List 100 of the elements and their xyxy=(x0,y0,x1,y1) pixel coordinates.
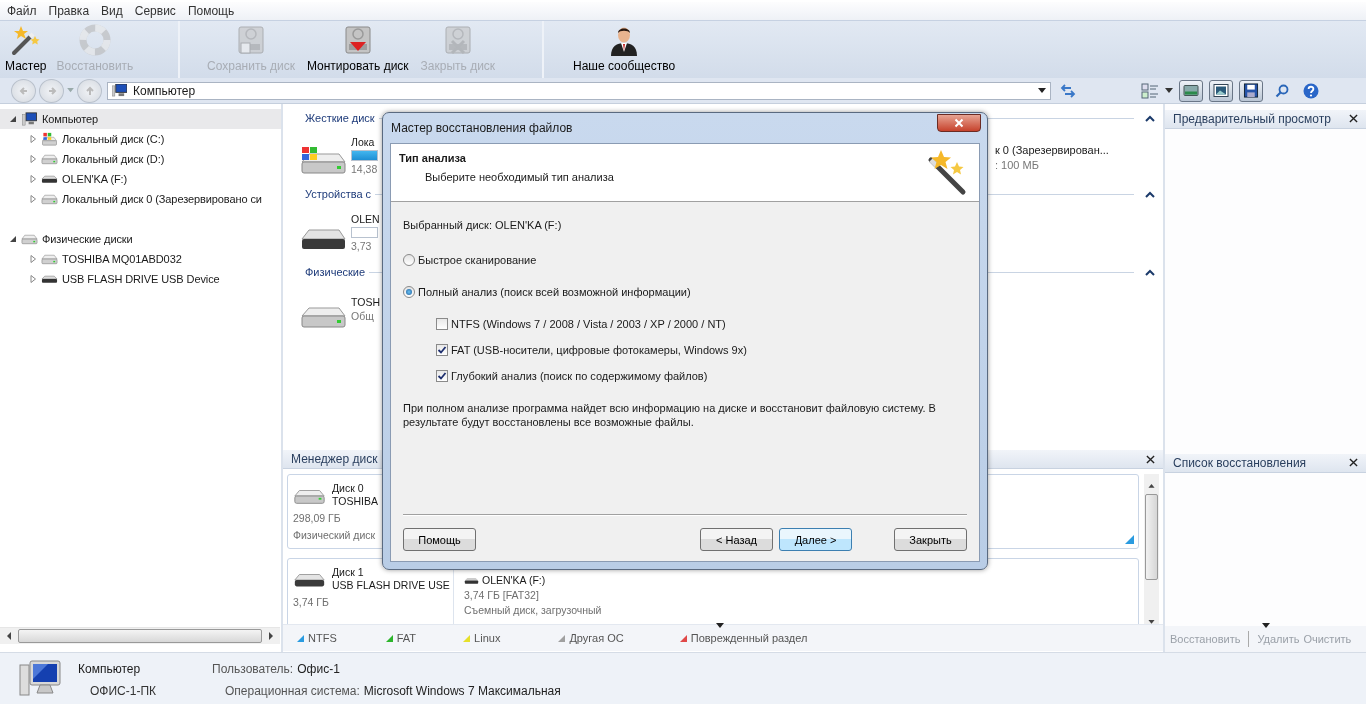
computer-icon xyxy=(18,659,64,699)
radio-option[interactable]: Полный анализ (поиск всей возможной информации) xyxy=(403,286,967,298)
dialog-button[interactable]: Помощь xyxy=(403,528,476,551)
menu-item[interactable]: Помощь xyxy=(181,4,241,18)
scroll-thumb[interactable] xyxy=(18,629,262,643)
panel-title: Предварительный просмотр xyxy=(1173,111,1331,126)
checkbox[interactable] xyxy=(436,370,448,382)
tree-item[interactable]: TOSHIBA MQ01ABD032 xyxy=(0,249,281,269)
drive-size: Общ xyxy=(351,310,375,322)
windows-drive-icon xyxy=(299,144,347,176)
checkbox-option[interactable]: NTFS (Windows 7 / 2008 / Vista / 2003 / XP / 2000 / NT) xyxy=(436,318,967,330)
checkbox[interactable] xyxy=(436,318,448,330)
dialog-title: Мастер восстановления файлов xyxy=(391,121,573,135)
legend-label: Поврежденный раздел xyxy=(690,632,808,644)
legend-label: FAT xyxy=(396,632,417,644)
section-heading: Жесткие диск xyxy=(305,112,375,124)
dialog-button[interactable]: Далее > xyxy=(779,528,852,551)
tree-label: USB FLASH DRIVE USB Device xyxy=(62,273,220,285)
tree-item[interactable]: Локальный диск (D:) xyxy=(0,149,281,169)
radio-button[interactable] xyxy=(403,286,415,298)
caret-icon[interactable] xyxy=(1165,88,1173,93)
picture-view-button[interactable] xyxy=(1209,79,1233,102)
info-value: Офис-1 xyxy=(297,662,340,676)
tree-item[interactable]: USB FLASH DRIVE USB Device xyxy=(0,269,281,289)
help-icon[interactable] xyxy=(1303,82,1319,99)
tree-item[interactable]: Физические диски xyxy=(0,229,281,249)
scroll-left-icon[interactable] xyxy=(6,632,12,640)
arrow-left-icon xyxy=(17,84,30,97)
save-button[interactable] xyxy=(1239,79,1263,102)
disk-name: Диск 0 xyxy=(332,482,365,494)
disk-name: Диск 1 xyxy=(332,566,365,578)
collapse-icon[interactable] xyxy=(1145,190,1155,198)
partition-size: 3,74 ГБ [FAT32] xyxy=(464,589,540,601)
collapse-icon[interactable] xyxy=(1145,268,1155,276)
partition-name: OLEN'KA (F:) xyxy=(482,574,546,586)
tree-label: OLEN'KA (F:) xyxy=(62,173,128,185)
drive-icon xyxy=(41,252,58,266)
close-icon[interactable] xyxy=(1349,114,1358,124)
selected-disk-label: Выбранный диск: OLEN'KA (F:) xyxy=(403,219,563,231)
drive-icon xyxy=(1183,83,1199,98)
tree-item[interactable]: OLEN'KA (F:) xyxy=(0,169,281,189)
dropdown-caret-icon[interactable] xyxy=(1038,88,1046,93)
dialog-button[interactable]: < Назад xyxy=(700,528,773,551)
search-icon[interactable] xyxy=(1275,83,1289,98)
info-label: Операционная система: xyxy=(225,684,360,698)
tree-label: Локальный диск (C:) xyxy=(62,133,165,145)
section-heading: Устройства с xyxy=(305,188,372,200)
dialog-button[interactable]: Закрыть xyxy=(894,528,967,551)
drive-name: TOSH xyxy=(351,296,380,308)
drive-name: OLEN xyxy=(351,212,380,225)
close-button[interactable] xyxy=(937,114,981,132)
panel-title: Список восстановления xyxy=(1173,455,1307,470)
corner-marker-icon xyxy=(1125,535,1134,544)
radio-button[interactable] xyxy=(403,254,415,266)
close-icon[interactable] xyxy=(1349,458,1358,468)
view-list-icon[interactable] xyxy=(1141,82,1159,99)
info-value: Microsoft Windows 7 Максимальная xyxy=(363,684,561,698)
computer-icon xyxy=(21,112,38,126)
step-title: Тип анализа xyxy=(399,152,467,164)
close-icon[interactable] xyxy=(1146,454,1155,464)
panel-title: Менеджер диск xyxy=(291,452,378,466)
scroll-up-icon[interactable] xyxy=(1148,484,1155,488)
windows-drive-icon xyxy=(41,132,58,146)
tree-label: Компьютер xyxy=(42,113,99,125)
disk-view-button[interactable] xyxy=(1179,79,1203,102)
tree-label: Локальный диск 0 (Зарезервировано си xyxy=(62,193,262,205)
toolbar-button[interactable]: Наше сообщество xyxy=(570,21,679,78)
toolbar-button[interactable]: Монтировать диск xyxy=(303,21,412,78)
menu-item[interactable]: Файл xyxy=(1,4,43,18)
collapse-icon[interactable] xyxy=(1145,114,1155,122)
usb-drive-icon xyxy=(464,575,479,585)
drive-size: 14,38 xyxy=(351,162,378,175)
tree-item[interactable]: Локальный диск (C:) xyxy=(0,129,281,149)
scroll-thumb[interactable] xyxy=(1145,493,1158,581)
menu-item[interactable]: Сервис xyxy=(128,4,182,18)
description-text: При полном анализе программа найдет всю информацию на диске и восстановит файловую систему. В результате будут восстановлены все возможные файлы. xyxy=(403,401,937,429)
vertical-scrollbar[interactable] xyxy=(1144,474,1159,624)
menu-item[interactable]: Вид xyxy=(95,4,129,18)
horizontal-scrollbar[interactable] xyxy=(0,627,280,644)
checkbox-option[interactable]: Глубокий анализ (поиск по содержимому файлов) xyxy=(436,370,967,382)
scroll-right-icon[interactable] xyxy=(268,632,274,640)
address-field[interactable]: Компьютер xyxy=(107,81,1051,100)
checkbox-option[interactable]: FAT (USB-носители, цифровые фотокамеры, Windows 9x) xyxy=(436,344,967,356)
disk-model: USB FLASH DRIVE USE xyxy=(332,579,450,591)
section-heading: Физические xyxy=(305,266,366,278)
disk-model: TOSHIBA xyxy=(332,495,378,507)
expander-icon[interactable] xyxy=(9,235,17,243)
caret-icon[interactable] xyxy=(1262,623,1270,629)
menu-item[interactable]: Правка xyxy=(42,4,96,18)
refresh-icon[interactable] xyxy=(1060,83,1076,98)
computer-name: Компьютер xyxy=(78,662,142,676)
radio-option[interactable]: Быстрое сканирование xyxy=(403,254,967,266)
checkbox[interactable] xyxy=(436,344,448,356)
tree-item[interactable]: Локальный диск 0 (Зарезервировано си xyxy=(0,189,281,209)
disk-size: 298,09 ГБ xyxy=(293,512,342,524)
toolbar-button[interactable]: Мастер xyxy=(2,21,50,78)
tree-item[interactable]: Компьютер xyxy=(0,109,281,129)
drive-icon xyxy=(21,232,38,246)
legend-label: Linux xyxy=(474,632,501,644)
expander-icon[interactable] xyxy=(9,115,17,123)
